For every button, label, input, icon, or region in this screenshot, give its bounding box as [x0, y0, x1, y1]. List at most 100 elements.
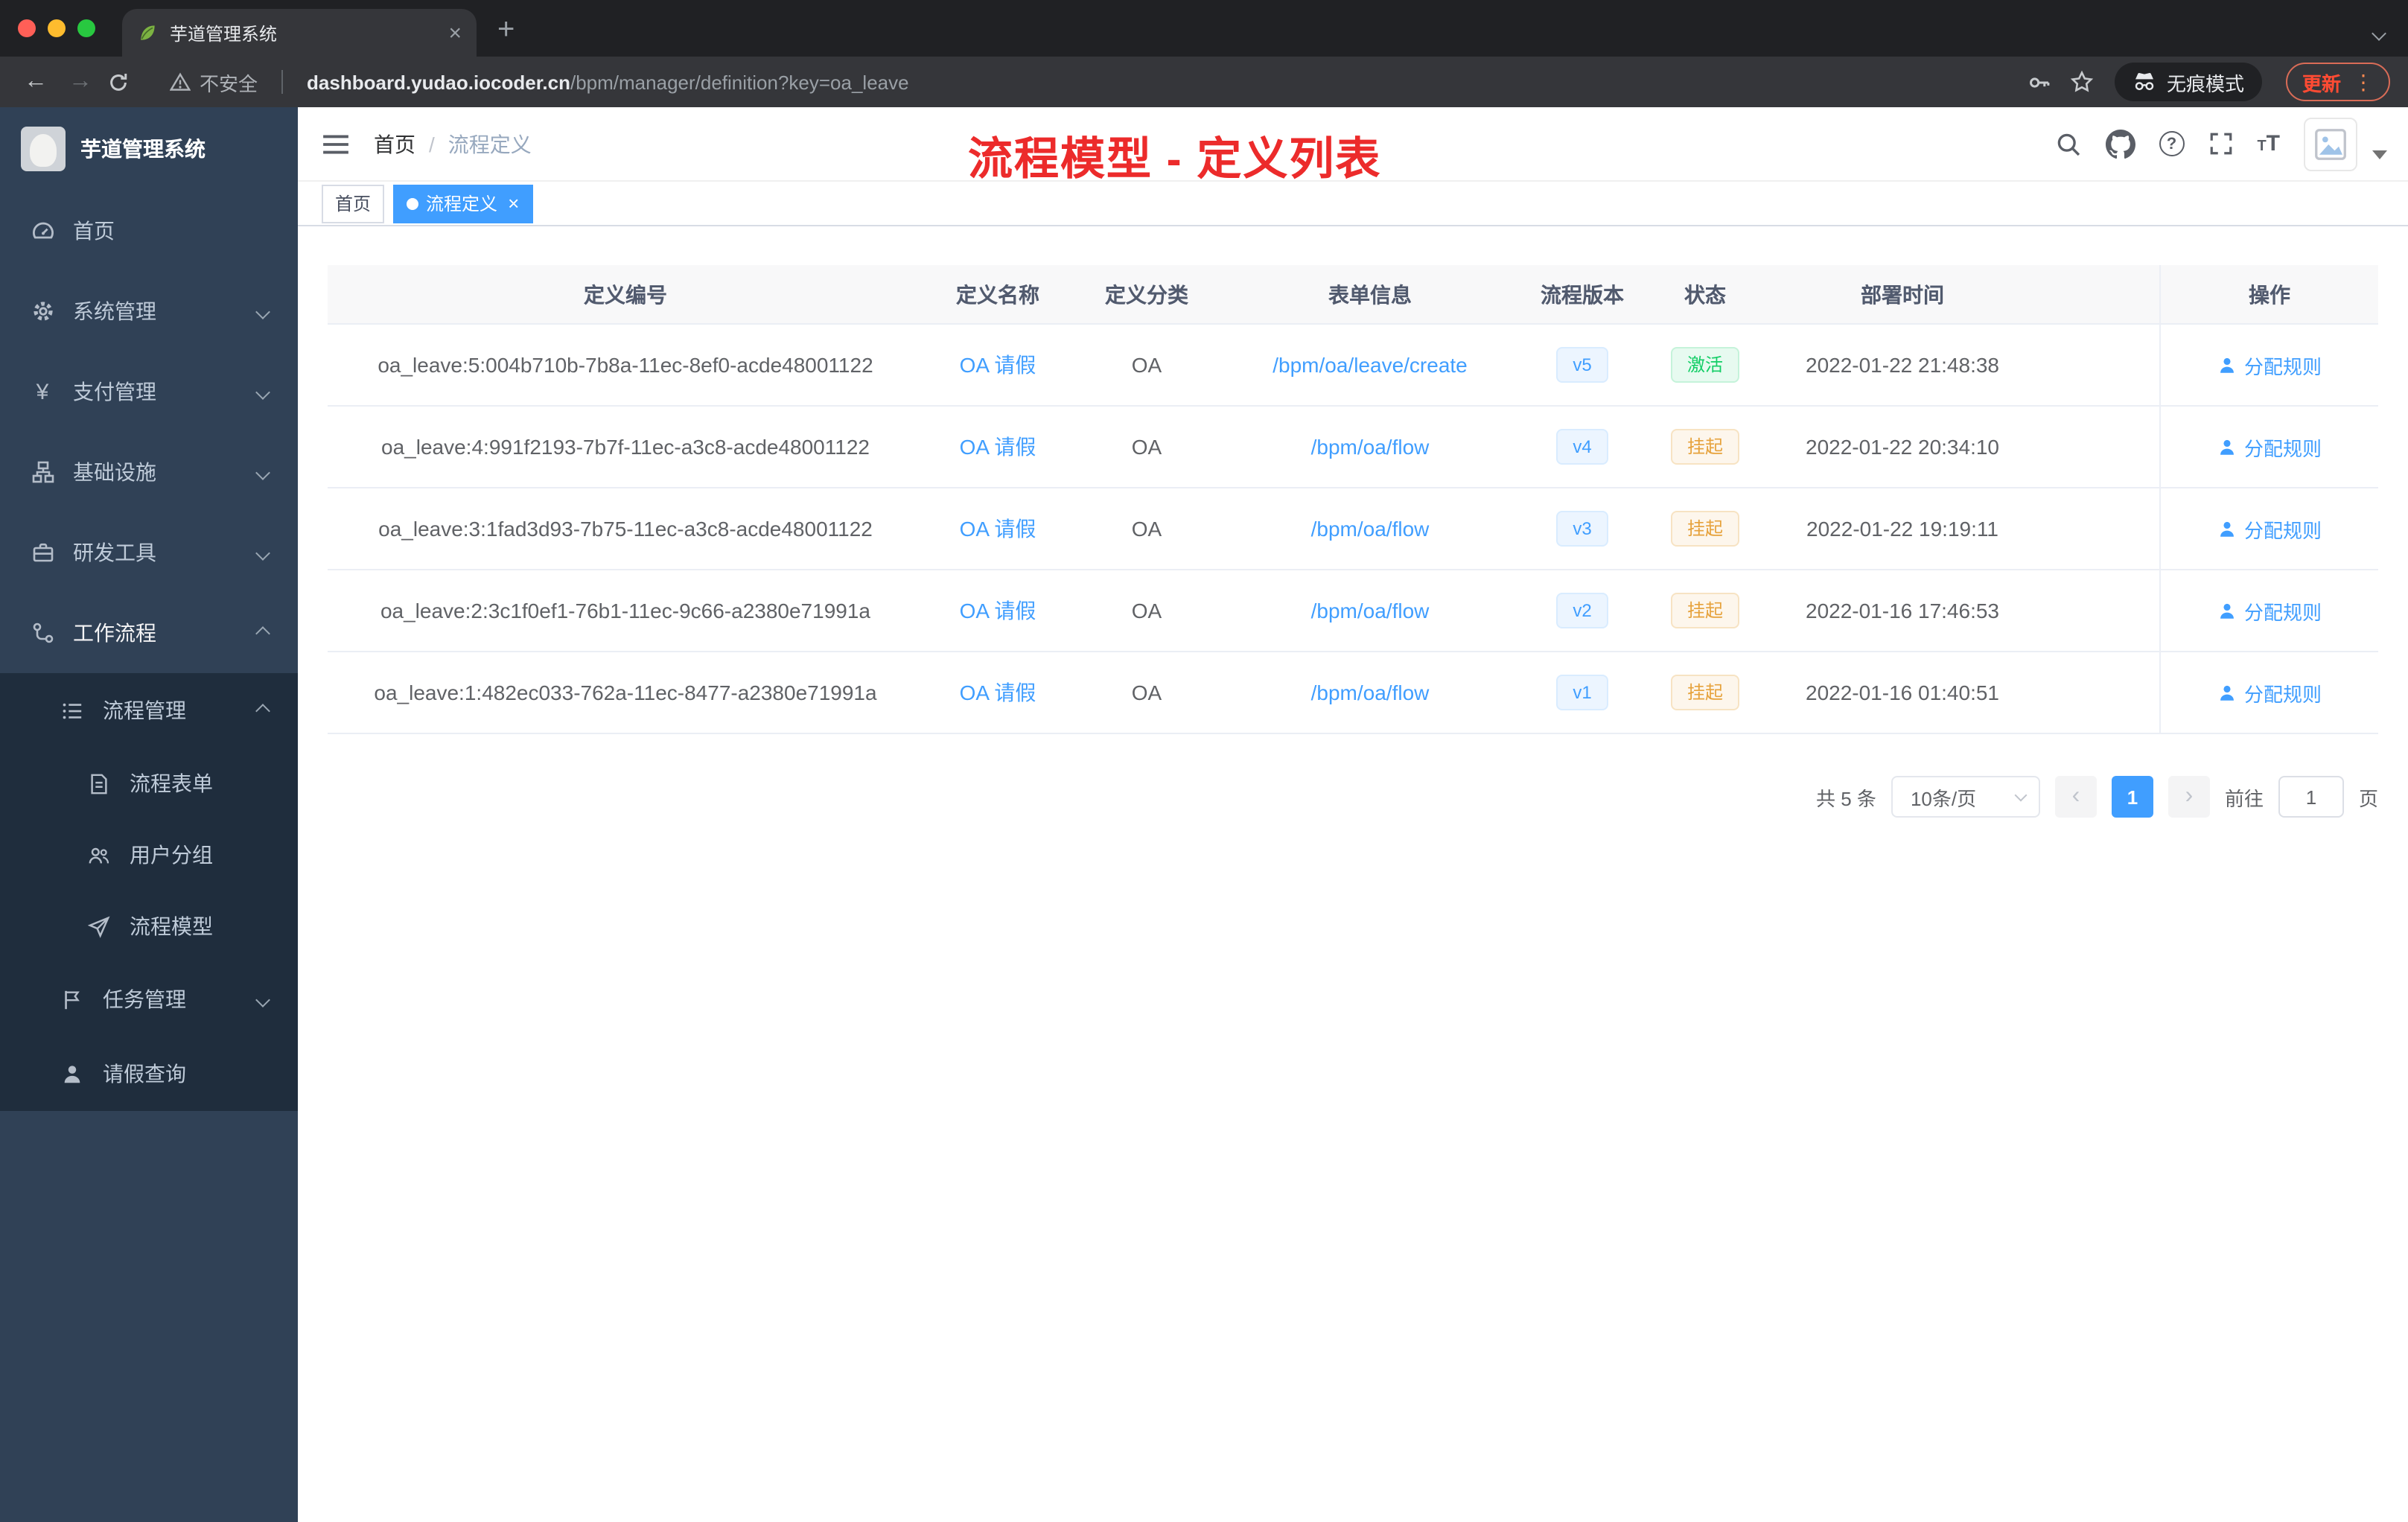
sidebar-item-system[interactable]: 系统管理 [0, 271, 298, 351]
chrome-update-button[interactable]: 更新 ⋮ [2285, 63, 2390, 101]
sidebar-item-task-management[interactable]: 任务管理 [0, 962, 298, 1037]
bookmark-star-icon[interactable] [2070, 70, 2094, 94]
tag-process-definition[interactable]: 流程定义 × [393, 184, 533, 223]
new-tab-button[interactable]: + [497, 13, 515, 47]
page-unit-label: 页 [2358, 787, 2378, 809]
tab-search-chevron-icon[interactable] [2372, 19, 2386, 46]
sidebar-item-process-model[interactable]: 流程模型 [0, 891, 298, 962]
font-size-small: T [2257, 138, 2267, 155]
tab-close-icon[interactable]: × [448, 22, 462, 44]
sidebar-item-process-management[interactable]: 流程管理 [0, 673, 298, 748]
version-badge[interactable]: v4 [1556, 429, 1608, 465]
assign-rule-button[interactable]: 分配规则 [2217, 596, 2322, 625]
sidebar-item-devtools[interactable]: 研发工具 [0, 512, 298, 593]
incognito-badge: 无痕模式 [2114, 63, 2262, 101]
fullscreen-icon[interactable] [2208, 131, 2233, 156]
form-link[interactable]: /bpm/oa/flow [1311, 435, 1430, 459]
definition-category: OA [1131, 599, 1162, 623]
browser-tab[interactable]: 芋道管理系统 × [122, 9, 477, 57]
workflow-icon [30, 620, 55, 646]
assign-rule-label: 分配规则 [2243, 601, 2322, 623]
chevron-up-icon [255, 703, 270, 718]
page-number-current[interactable]: 1 [2111, 776, 2153, 818]
back-button[interactable]: ← [18, 69, 54, 94]
site-security-indicator[interactable]: 不安全 [170, 68, 258, 96]
minimize-window-button[interactable] [48, 19, 66, 37]
sidebar-item-payment[interactable]: ¥ 支付管理 [0, 351, 298, 432]
version-badge[interactable]: v5 [1556, 347, 1608, 383]
tab-strip: 芋道管理系统 × + [0, 0, 2408, 57]
hamburger-icon[interactable] [298, 132, 374, 156]
status-badge: 挂起 [1670, 511, 1739, 547]
reload-button[interactable] [107, 71, 143, 93]
version-badge[interactable]: v3 [1556, 511, 1608, 547]
definition-name-link[interactable]: OA 请假 [960, 678, 1036, 707]
sidebar-item-label: 请假查询 [103, 1062, 186, 1086]
avatar-caret-icon[interactable] [2372, 150, 2387, 159]
deploy-time: 2022-01-16 01:40:51 [1806, 681, 1999, 704]
zoom-window-button[interactable] [77, 19, 95, 37]
sidebar-item-label: 首页 [73, 219, 115, 243]
sidebar-item-workflow[interactable]: 工作流程 [0, 593, 298, 673]
assign-rule-button[interactable]: 分配规则 [2217, 515, 2322, 543]
form-link[interactable]: /bpm/oa/flow [1311, 517, 1430, 541]
github-icon[interactable] [2105, 129, 2135, 159]
tag-home[interactable]: 首页 [322, 184, 385, 223]
definition-name-link[interactable]: OA 请假 [960, 350, 1036, 380]
sidebar-item-process-form[interactable]: 流程表单 [0, 748, 298, 819]
definition-name-link[interactable]: OA 请假 [960, 514, 1036, 544]
definition-name-link[interactable]: OA 请假 [960, 432, 1036, 462]
sidebar-item-infrastructure[interactable]: 基础设施 [0, 432, 298, 512]
column-header: 部署时间 [1861, 282, 1944, 306]
dashboard-icon [30, 218, 55, 243]
users-icon [86, 842, 112, 867]
sidebar-item-label: 流程管理 [103, 698, 186, 722]
sidebar: 芋道管理系统 首页 系统管理 ¥ 支付管理 基础设施 研发工具 工作流程 流程管… [0, 107, 298, 1522]
sidebar-item-label: 任务管理 [103, 987, 186, 1011]
status-badge: 挂起 [1670, 675, 1739, 710]
url-path: /bpm/manager/definition?key=oa_leave [570, 71, 909, 93]
user-avatar[interactable] [2304, 117, 2357, 171]
goto-page-input[interactable] [2278, 776, 2344, 818]
version-badge[interactable]: v1 [1556, 675, 1608, 710]
active-tag-dot [407, 197, 419, 209]
tag-close-icon[interactable]: × [508, 194, 519, 213]
toolbox-icon [30, 540, 55, 565]
assign-rule-button[interactable]: 分配规则 [2217, 351, 2322, 379]
definition-category: OA [1131, 435, 1162, 459]
omnibox-divider [281, 70, 284, 94]
sidebar-item-home[interactable]: 首页 [0, 191, 298, 271]
help-icon[interactable]: ? [2159, 131, 2185, 156]
security-label: 不安全 [200, 72, 258, 95]
assign-rule-button[interactable]: 分配规则 [2217, 433, 2322, 461]
form-link[interactable]: /bpm/oa/flow [1311, 599, 1430, 623]
font-size-icon[interactable]: TT [2257, 133, 2280, 155]
tab-favicon-icon [137, 22, 158, 43]
page-size-select[interactable]: 10条/页 [1891, 776, 2040, 818]
close-window-button[interactable] [18, 19, 36, 37]
forward-button[interactable]: → [63, 69, 98, 94]
pagination: 共 5 条 10条/页 ‹ 1 › 前往 页 [328, 776, 2378, 818]
form-link[interactable]: /bpm/oa/flow [1311, 681, 1430, 704]
address-bar[interactable]: dashboard.yudao.iocoder.cn/bpm/manager/d… [307, 71, 909, 93]
definition-name-link[interactable]: OA 请假 [960, 596, 1036, 625]
logo-title: 芋道管理系统 [80, 137, 206, 161]
prev-page-button[interactable]: ‹ [2054, 776, 2097, 818]
assign-rule-button[interactable]: 分配规则 [2217, 678, 2322, 707]
breadcrumb-current: 流程定义 [447, 132, 532, 156]
sidebar-item-leave-query[interactable]: 请假查询 [0, 1037, 298, 1111]
search-icon[interactable] [2054, 130, 2081, 157]
table-row: oa_leave:1:482ec033-762a-11ec-8477-a2380… [328, 652, 2378, 734]
paper-plane-icon [86, 914, 112, 939]
version-badge[interactable]: v2 [1556, 593, 1608, 628]
browser-menu-kebab-icon[interactable]: ⋮ [2353, 69, 2374, 95]
form-link[interactable]: /bpm/oa/leave/create [1273, 353, 1468, 377]
breadcrumb-home[interactable]: 首页 [374, 129, 415, 159]
password-key-icon[interactable] [2027, 69, 2052, 95]
sidebar-logo[interactable]: 芋道管理系统 [0, 107, 298, 191]
sidebar-item-user-group[interactable]: 用户分组 [0, 819, 298, 891]
next-page-button[interactable]: › [2167, 776, 2210, 818]
table-row: oa_leave:4:991f2193-7b7f-11ec-a3c8-acde4… [328, 407, 2378, 488]
chevron-down-icon [255, 465, 270, 480]
browser-toolbar: ← → 不安全 dashboard.yudao.iocoder.cn/bpm/m… [0, 57, 2408, 107]
